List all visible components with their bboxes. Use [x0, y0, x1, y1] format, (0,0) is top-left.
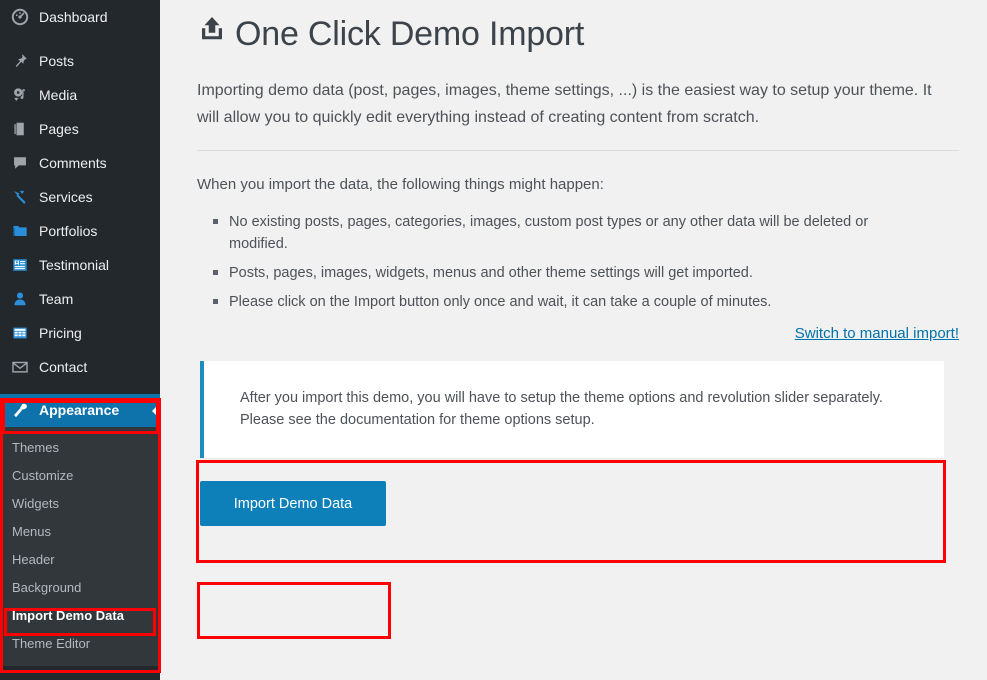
- sidebar-item-portfolios[interactable]: Portfolios: [0, 214, 160, 248]
- hammer-icon: [10, 187, 30, 207]
- submenu-item-customize[interactable]: Customize: [0, 462, 160, 490]
- sidebar-item-services[interactable]: Services: [0, 180, 160, 214]
- sidebar-item-dashboard[interactable]: Dashboard: [0, 0, 160, 34]
- appearance-brush-icon: [10, 401, 30, 421]
- notice-box: After you import this demo, you will hav…: [200, 360, 944, 458]
- appearance-submenu: Themes Customize Widgets Menus Header Ba…: [0, 427, 160, 666]
- list-item: Posts, pages, images, widgets, menus and…: [211, 262, 911, 284]
- sidebar-item-label: Pages: [39, 121, 79, 137]
- list-item: No existing posts, pages, categories, im…: [211, 211, 911, 255]
- dashboard-icon: [10, 7, 30, 27]
- testimonial-icon: [10, 255, 30, 275]
- sidebar-item-label: Posts: [39, 53, 75, 69]
- upload-icon: [197, 14, 227, 55]
- sidebar-item-pricing[interactable]: Pricing: [0, 316, 160, 350]
- user-icon: [10, 289, 30, 309]
- import-demo-data-button[interactable]: Import Demo Data: [200, 480, 386, 526]
- sidebar-item-label: Portfolios: [39, 223, 98, 239]
- chevron-left-icon: [152, 402, 160, 419]
- sidebar-item-comments[interactable]: Comments: [0, 146, 160, 180]
- sidebar-item-label: Appearance: [39, 402, 120, 418]
- portfolio-icon: [10, 221, 30, 241]
- submenu-item-themes[interactable]: Themes: [0, 434, 160, 462]
- page-title-text: One Click Demo Import: [235, 15, 585, 53]
- sidebar-item-label: Testimonial: [39, 257, 110, 273]
- list-item: Please click on the Import button only o…: [211, 291, 911, 313]
- sidebar-item-appearance[interactable]: Appearance: [0, 394, 160, 427]
- envelope-icon: [10, 357, 30, 377]
- lead-paragraph: When you import the data, the following …: [197, 175, 604, 193]
- sidebar-item-posts[interactable]: Posts: [0, 44, 160, 78]
- sidebar-item-testimonial[interactable]: Testimonial: [0, 248, 160, 282]
- sidebar-item-label: Dashboard: [39, 9, 108, 25]
- consequences-list: No existing posts, pages, categories, im…: [211, 211, 959, 313]
- manual-import-row: Switch to manual import!: [197, 325, 959, 343]
- section-divider: [197, 149, 959, 151]
- intro-paragraph: Importing demo data (post, pages, images…: [197, 81, 932, 127]
- comments-icon: [10, 153, 30, 173]
- import-button-row: Import Demo Data: [200, 480, 959, 526]
- admin-page: Dashboard Posts Media Pages Comments Ser…: [0, 0, 987, 680]
- switch-to-manual-import-link[interactable]: Switch to manual import!: [795, 325, 959, 342]
- admin-sidebar: Dashboard Posts Media Pages Comments Ser…: [0, 0, 160, 680]
- media-icon: [10, 85, 30, 105]
- submenu-item-menus[interactable]: Menus: [0, 518, 160, 546]
- submenu-item-background[interactable]: Background: [0, 574, 160, 602]
- pages-icon: [10, 119, 30, 139]
- sidebar-item-label: Team: [39, 291, 74, 307]
- sidebar-item-label: Comments: [39, 155, 107, 171]
- main-content: One Click Demo Import Importing demo dat…: [160, 0, 987, 680]
- sidebar-item-pages[interactable]: Pages: [0, 112, 160, 146]
- sidebar-item-team[interactable]: Team: [0, 282, 160, 316]
- sidebar-item-label: Contact: [39, 359, 88, 375]
- sidebar-item-label: Media: [39, 87, 78, 103]
- submenu-item-header[interactable]: Header: [0, 546, 160, 574]
- submenu-item-theme-editor[interactable]: Theme Editor: [0, 630, 160, 658]
- sidebar-item-label: Services: [39, 189, 93, 205]
- submenu-item-import-demo-data[interactable]: Import Demo Data: [0, 602, 160, 630]
- pricing-icon: [10, 323, 30, 343]
- submenu-item-widgets[interactable]: Widgets: [0, 490, 160, 518]
- sidebar-item-contact[interactable]: Contact: [0, 350, 160, 384]
- sidebar-item-label: Pricing: [39, 325, 82, 341]
- sidebar-item-media[interactable]: Media: [0, 78, 160, 112]
- notice-text: After you import this demo, you will hav…: [240, 389, 883, 429]
- page-title: One Click Demo Import: [197, 14, 959, 55]
- pin-icon: [10, 51, 30, 71]
